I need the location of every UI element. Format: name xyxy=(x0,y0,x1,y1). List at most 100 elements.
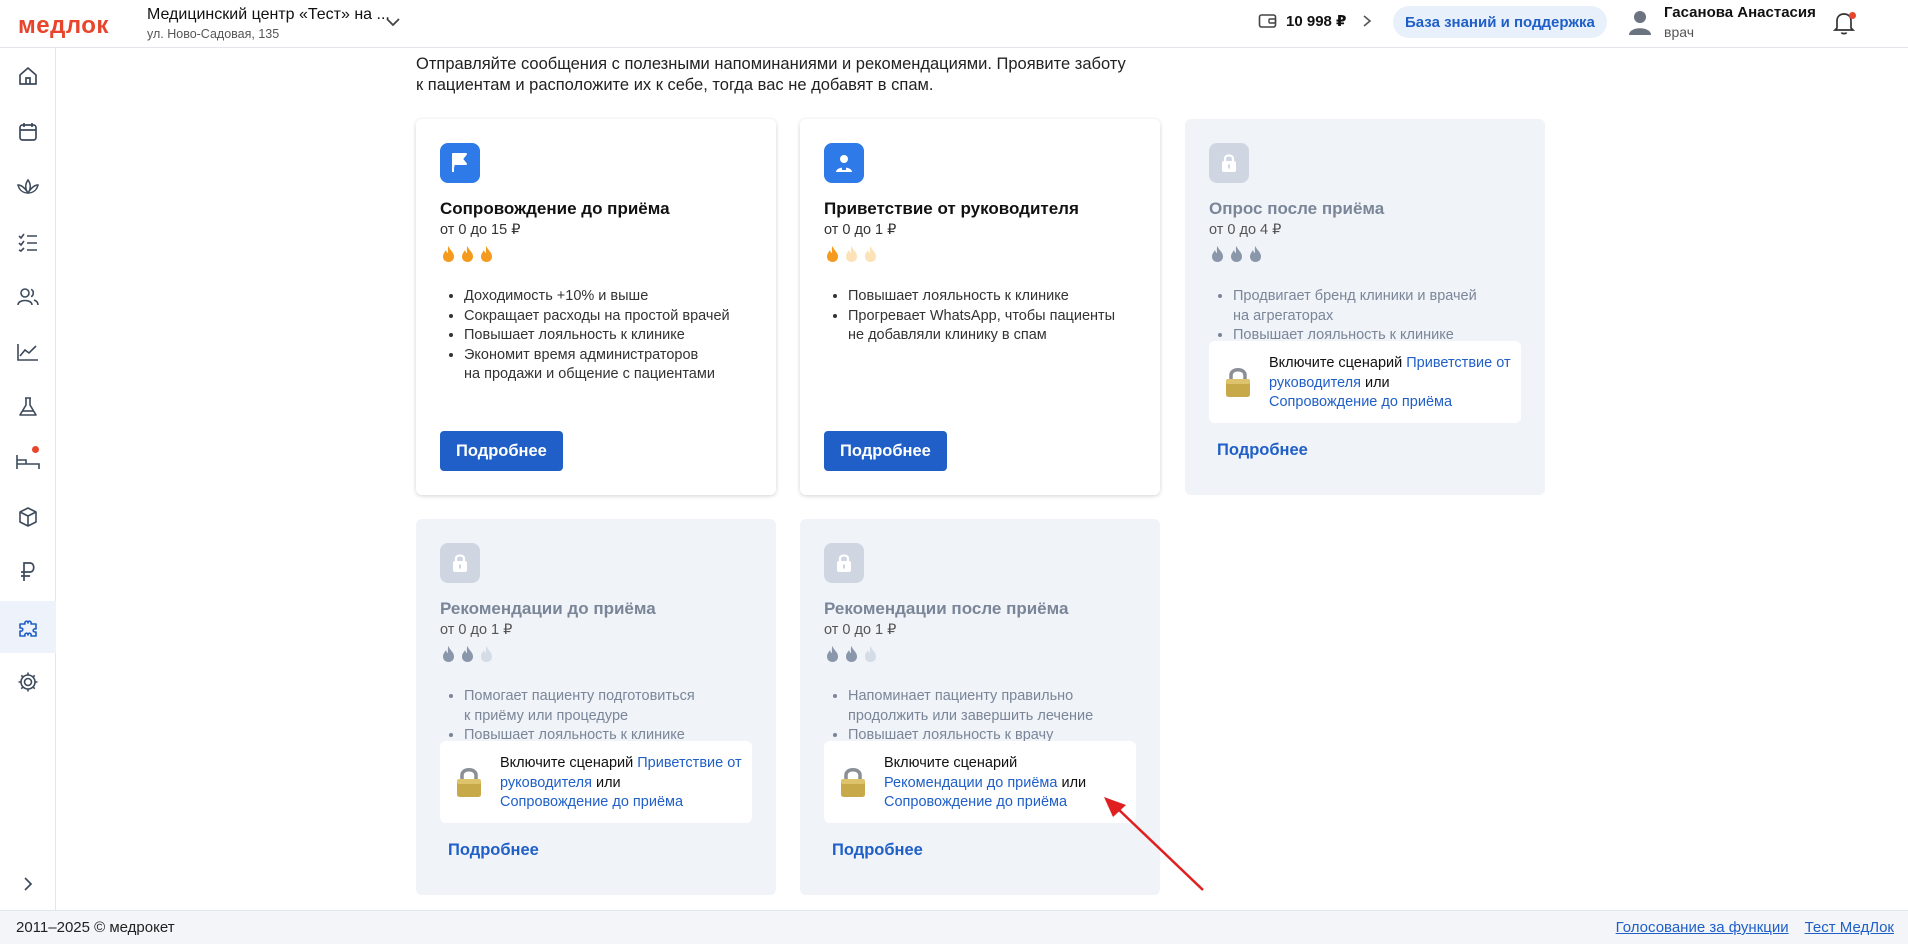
balance-widget[interactable]: 10 998 ₽ xyxy=(1258,12,1374,30)
recommendations-before-link[interactable]: Рекомендации до приёма xyxy=(884,775,1057,791)
details-link[interactable]: Подробнее xyxy=(448,841,539,860)
sidebar xyxy=(0,48,56,910)
card-title: Рекомендации после приёма xyxy=(824,599,1069,618)
benefit-item: Прогревает WhatsApp, чтобы пациенты xyxy=(848,307,1148,327)
lock-icon xyxy=(837,554,851,572)
lotus-icon xyxy=(17,178,39,195)
ruble-icon xyxy=(21,562,35,581)
nav-patients[interactable] xyxy=(0,271,56,323)
card-price: от 0 до 1 ₽ xyxy=(824,622,897,638)
details-link[interactable]: Подробнее xyxy=(1217,441,1308,460)
medlok-logo[interactable]: медлок xyxy=(18,12,109,40)
nav-tasks[interactable] xyxy=(0,216,56,268)
card-rating xyxy=(440,245,495,263)
unlock-or: или xyxy=(1360,374,1390,391)
annotation-arrow xyxy=(1104,797,1204,891)
puzzle-icon xyxy=(19,620,37,637)
nav-settings[interactable] xyxy=(0,656,56,708)
intro-line-1: Отправляйте сообщения с полезными напоми… xyxy=(416,55,1126,73)
knowledge-base-button[interactable]: База знаний и поддержка xyxy=(1393,6,1607,38)
card-rating xyxy=(440,645,495,663)
nav-finance[interactable] xyxy=(0,546,56,598)
unlock-requirement: Включите сценарий Рекомендации до приёма … xyxy=(824,741,1136,823)
benefit-item: Повышает лояльность к клинике xyxy=(464,326,764,346)
benefit-item: Продвигает бренд клиники и врачей xyxy=(1233,287,1533,307)
nav-analytics[interactable] xyxy=(0,326,56,378)
benefit-item-continued: на продажи и общение с пациентами xyxy=(464,366,715,382)
sidebar-expand-button[interactable] xyxy=(0,858,56,910)
user-profile[interactable]: Гасанова Анастасия врач xyxy=(1628,4,1816,40)
card-price: от 0 до 15 ₽ xyxy=(440,222,521,238)
scenario-card-before-visit: Сопровождение до приёма от 0 до 15 ₽ Дох… xyxy=(416,119,776,495)
nav-inpatient[interactable] xyxy=(0,436,56,488)
clinic-selector[interactable]: Медицинский центр «Тест» на ... ул. Ново… xyxy=(147,6,390,41)
intro-text: Отправляйте сообщения с полезными напоми… xyxy=(416,54,1156,96)
unlock-text: Включите сценарий Рекомендации до приёма … xyxy=(884,754,1130,813)
benefit-item-continued: к приёму или процедуре xyxy=(464,707,629,724)
flame-icon xyxy=(1212,246,1223,262)
chevron-right-icon xyxy=(1363,15,1372,27)
card-icon-box xyxy=(1209,143,1249,183)
details-link[interactable]: Подробнее xyxy=(832,841,923,860)
card-price: от 0 до 4 ₽ xyxy=(1209,222,1282,238)
before-visit-scenario-link[interactable]: Сопровождение до приёма xyxy=(500,793,746,813)
nav-services[interactable] xyxy=(0,161,56,213)
clinic-name: Медицинский центр «Тест» на ... xyxy=(147,6,390,23)
intro-line-2: к пациентам и расположите их к себе, тог… xyxy=(416,76,934,94)
nav-integrations[interactable] xyxy=(0,601,56,653)
benefit-item: Сокращает расходы на простой врачей xyxy=(464,307,764,327)
nav-calendar[interactable] xyxy=(0,106,56,158)
chevron-down-icon[interactable] xyxy=(385,14,401,30)
card-icon-box xyxy=(824,143,864,183)
user-role: врач xyxy=(1664,24,1694,40)
unlock-prefix: Включите сценарий xyxy=(884,755,1018,771)
unlock-requirement: Включите сценарий Приветствие от руковод… xyxy=(1209,341,1521,423)
wallet-icon xyxy=(1258,14,1277,28)
benefit-item: Доходимость +10% и выше xyxy=(464,287,764,307)
clinic-address: ул. Ново-Садовая, 135 xyxy=(147,27,280,41)
card-rating xyxy=(824,245,879,263)
card-title: Опрос после приёма xyxy=(1209,199,1385,218)
avatar-icon xyxy=(1629,11,1651,35)
card-price: от 0 до 1 ₽ xyxy=(440,622,513,638)
flame-icon xyxy=(865,646,876,662)
flame-icon xyxy=(1250,246,1261,262)
flame-icon xyxy=(865,246,876,262)
benefit-item: Повышает лояльность к клинике xyxy=(848,287,1148,307)
flask-icon xyxy=(19,397,37,416)
calendar-icon xyxy=(19,123,37,141)
feature-voting-link[interactable]: Голосование за функции xyxy=(1616,919,1789,936)
nav-lab[interactable] xyxy=(0,381,56,433)
details-button[interactable]: Подробнее xyxy=(824,431,947,471)
flag-icon xyxy=(452,153,467,172)
scenario-card-recommendations-before: Рекомендации до приёма от 0 до 1 ₽ Помог… xyxy=(416,519,776,895)
flame-icon xyxy=(827,246,838,262)
nav-warehouse[interactable] xyxy=(0,491,56,543)
padlock-icon xyxy=(1226,368,1250,397)
before-visit-scenario-link[interactable]: Сопровождение до приёма xyxy=(884,793,1130,813)
flame-icon xyxy=(1231,246,1242,262)
unlock-text: Включите сценарий Приветствие от руковод… xyxy=(500,754,746,813)
copyright: 2011–2025 © медрокет xyxy=(16,919,175,936)
details-button[interactable]: Подробнее xyxy=(440,431,563,471)
card-rating xyxy=(824,645,879,663)
notification-dot xyxy=(1849,12,1856,19)
flame-icon xyxy=(481,646,492,662)
nav-home[interactable] xyxy=(0,50,56,102)
benefit-item: Экономит время администраторов xyxy=(464,346,764,366)
flame-icon xyxy=(462,646,473,662)
flame-icon xyxy=(827,646,838,662)
card-icon-box xyxy=(824,543,864,583)
padlock-icon xyxy=(457,768,481,797)
benefit-item-continued: продолжить или завершить лечение xyxy=(848,707,1094,724)
unlock-or: или xyxy=(591,774,621,791)
before-visit-scenario-link[interactable]: Сопровождение до приёма xyxy=(1269,393,1515,413)
users-icon xyxy=(17,288,39,306)
flame-icon xyxy=(443,246,454,262)
unlock-text: Включите сценарий Приветствие от руковод… xyxy=(1269,354,1515,413)
footer-links: Голосование за функции Тест МедЛок xyxy=(1616,919,1894,936)
test-medlok-link[interactable]: Тест МедЛок xyxy=(1805,919,1894,936)
benefit-item-continued: на агрегаторах xyxy=(1233,307,1334,324)
unlock-prefix: Включите сценарий xyxy=(1269,355,1407,371)
chevron-right-icon xyxy=(24,877,33,891)
